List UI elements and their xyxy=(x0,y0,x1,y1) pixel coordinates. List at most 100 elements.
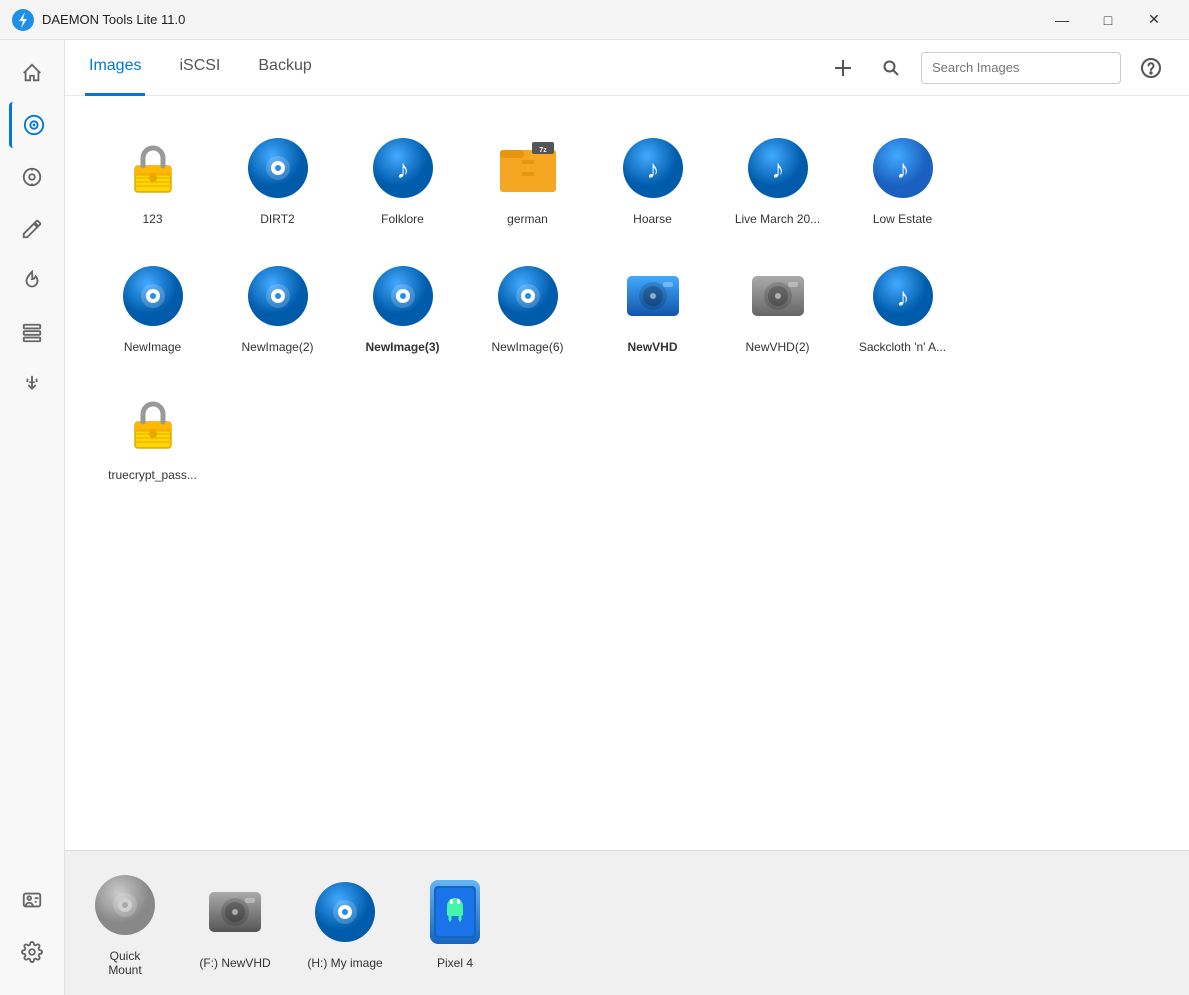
bottom-icon-hmyimage xyxy=(309,876,381,948)
image-icon-german: 7z xyxy=(492,132,564,204)
image-item-newimage[interactable]: NewImage xyxy=(95,248,210,366)
sidebar-item-usb[interactable] xyxy=(9,362,55,408)
plus-icon xyxy=(833,58,853,78)
usb-icon xyxy=(21,374,43,396)
image-item-german[interactable]: 7z german xyxy=(470,120,585,238)
image-icon-dirt2 xyxy=(242,132,314,204)
title-bar: DAEMON Tools Lite 11.0 — □ ✕ xyxy=(0,0,1189,40)
disc-blue-icon-hmyimage xyxy=(313,880,377,944)
sidebar-item-burn[interactable] xyxy=(9,258,55,304)
sidebar-item-images[interactable] xyxy=(9,102,55,148)
image-label-newimage: NewImage xyxy=(124,340,181,354)
tab-backup[interactable]: Backup xyxy=(254,40,315,96)
image-item-livemarch[interactable]: ♪ Live March 20... xyxy=(720,120,835,238)
search-input[interactable] xyxy=(921,52,1121,84)
image-icon-newvhd2 xyxy=(742,260,814,332)
image-icon-sackcloth: ♪ xyxy=(867,260,939,332)
app-body: Images iSCSI Backup xyxy=(0,40,1189,995)
image-label-newvhd: NewVHD xyxy=(627,340,677,354)
image-item-newimage3[interactable]: NewImage(3) xyxy=(345,248,460,366)
lock-icon-truecrypt xyxy=(121,392,185,456)
image-item-newimage2[interactable]: NewImage(2) xyxy=(220,248,335,366)
tab-iscsi[interactable]: iSCSI xyxy=(175,40,224,96)
images-grid: 123 xyxy=(65,96,1189,850)
bottom-icon-fnewvhd xyxy=(199,876,271,948)
sidebar-bottom xyxy=(9,877,55,985)
music-disc-icon-hoarse: ♪ xyxy=(621,136,685,200)
help-button[interactable] xyxy=(1133,50,1169,86)
sidebar-item-virtual[interactable] xyxy=(9,154,55,200)
sidebar-item-storage[interactable] xyxy=(9,310,55,356)
image-label-livemarch: Live March 20... xyxy=(735,212,820,226)
minimize-button[interactable]: — xyxy=(1039,0,1085,40)
search-toggle-button[interactable] xyxy=(873,50,909,86)
app-title: DAEMON Tools Lite 11.0 xyxy=(42,12,185,27)
image-icon-newimage2 xyxy=(242,260,314,332)
music-disc-icon-livemarch: ♪ xyxy=(746,136,810,200)
image-item-sackcloth[interactable]: ♪ Sackcloth 'n' A... xyxy=(845,248,960,366)
image-icon-truecrypt xyxy=(117,388,189,460)
image-label-123: 123 xyxy=(142,212,162,226)
image-item-newvhd[interactable]: NewVHD xyxy=(595,248,710,366)
zip-icon: 7z xyxy=(496,136,560,200)
image-label-newimage3: NewImage(3) xyxy=(365,340,439,354)
sidebar-item-account[interactable] xyxy=(9,877,55,923)
image-item-dirt2[interactable]: DIRT2 xyxy=(220,120,335,238)
grid-row-3: truecrypt_pass... xyxy=(95,376,1159,494)
image-item-123[interactable]: 123 xyxy=(95,120,210,238)
image-label-newimage6: NewImage(6) xyxy=(491,340,563,354)
image-icon-newvhd xyxy=(617,260,689,332)
title-bar-left: DAEMON Tools Lite 11.0 xyxy=(12,9,185,31)
home-icon xyxy=(21,62,43,84)
content: Images iSCSI Backup xyxy=(65,40,1189,995)
bottom-bar: QuickMount xyxy=(65,850,1189,995)
svg-text:♪: ♪ xyxy=(896,282,909,312)
maximize-button[interactable]: □ xyxy=(1085,0,1131,40)
image-item-folklore[interactable]: ♪ Folklore xyxy=(345,120,460,238)
bottom-label-quickmount: QuickMount xyxy=(108,949,141,977)
image-icon-folklore: ♪ xyxy=(367,132,439,204)
tab-images[interactable]: Images xyxy=(85,40,145,96)
image-item-truecrypt[interactable]: truecrypt_pass... xyxy=(95,376,210,494)
bottom-item-pixel4[interactable]: Pixel 4 xyxy=(415,876,495,970)
image-icon-lowestate: ♪ xyxy=(867,132,939,204)
image-item-newvhd2[interactable]: NewVHD(2) xyxy=(720,248,835,366)
image-label-hoarse: Hoarse xyxy=(633,212,672,226)
close-button[interactable]: ✕ xyxy=(1131,0,1177,40)
svg-text:♪: ♪ xyxy=(646,154,659,184)
image-label-newvhd2: NewVHD(2) xyxy=(745,340,809,354)
title-bar-controls: — □ ✕ xyxy=(1039,0,1177,40)
image-label-german: german xyxy=(507,212,548,226)
image-icon-123 xyxy=(117,132,189,204)
image-label-folklore: Folklore xyxy=(381,212,424,226)
bottom-item-fnewvhd[interactable]: (F:) NewVHD xyxy=(195,876,275,970)
image-item-newimage6[interactable]: NewImage(6) xyxy=(470,248,585,366)
svg-text:7z: 7z xyxy=(539,147,547,154)
sidebar xyxy=(0,40,65,995)
hdd-icon-newvhd xyxy=(621,264,685,328)
add-button[interactable] xyxy=(825,50,861,86)
bottom-icon-quickmount xyxy=(89,869,161,941)
image-label-lowestate: Low Estate xyxy=(873,212,932,226)
image-label-truecrypt: truecrypt_pass... xyxy=(108,468,197,482)
disc-blue-icon-newimage2 xyxy=(246,264,310,328)
help-icon xyxy=(1141,58,1161,78)
sidebar-item-settings[interactable] xyxy=(9,929,55,975)
edit-icon xyxy=(21,218,43,240)
sidebar-item-edit[interactable] xyxy=(9,206,55,252)
search-icon xyxy=(882,59,900,77)
disc-icon xyxy=(23,114,45,136)
phone-icon-pixel4 xyxy=(430,880,480,944)
bottom-item-quickmount[interactable]: QuickMount xyxy=(85,869,165,977)
image-item-lowestate[interactable]: ♪ Low Estate xyxy=(845,120,960,238)
sidebar-item-home[interactable] xyxy=(9,50,55,96)
disc-blue-icon-newimage6 xyxy=(496,264,560,328)
image-item-hoarse[interactable]: ♪ Hoarse xyxy=(595,120,710,238)
burn-icon xyxy=(21,270,43,292)
bottom-label-hmyimage: (H:) My image xyxy=(307,956,382,970)
image-icon-newimage3 xyxy=(367,260,439,332)
disc-blue-icon xyxy=(246,136,310,200)
bottom-item-hmyimage[interactable]: (H:) My image xyxy=(305,876,385,970)
image-label-newimage2: NewImage(2) xyxy=(241,340,313,354)
disc-grey-icon-quickmount xyxy=(93,873,157,937)
